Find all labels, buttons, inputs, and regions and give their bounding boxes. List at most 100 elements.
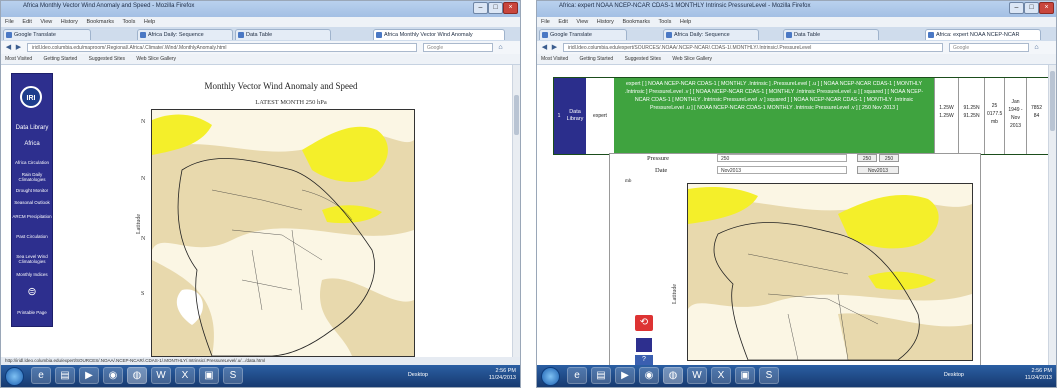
sidebar-item-monthly[interactable]: Monthly Indices (12, 272, 52, 277)
tab-data-table[interactable]: Data Table (235, 29, 331, 40)
menu-help[interactable]: Help (680, 19, 691, 25)
menu-bookmarks[interactable]: Bookmarks (622, 19, 650, 25)
sidebar-item-africa[interactable]: Africa (12, 141, 52, 147)
minimize-icon[interactable]: – (473, 2, 488, 14)
maximize-icon[interactable]: □ (488, 2, 503, 14)
tab-active-africa-monthly[interactable]: Africa Monthly Vector Wind Anomaly (373, 29, 505, 40)
close-icon[interactable]: × (1039, 2, 1054, 14)
excel-icon[interactable]: X (175, 367, 195, 384)
bookmark-getting-started[interactable]: Getting Started (44, 56, 78, 62)
media-player-icon[interactable]: ▶ (615, 367, 635, 384)
bookmark-most-visited[interactable]: Most Visited (541, 56, 568, 62)
pressure-input[interactable]: 250 (717, 154, 847, 162)
sidebar-item-printable[interactable]: Printable Page (12, 310, 52, 315)
ie-icon[interactable]: e (31, 367, 51, 384)
wind-anomaly-map[interactable] (687, 183, 973, 361)
bookmark-most-visited[interactable]: Most Visited (5, 56, 32, 62)
start-button[interactable] (541, 367, 560, 386)
close-icon[interactable]: × (503, 2, 518, 14)
menu-tools[interactable]: Tools (658, 19, 671, 25)
start-button[interactable] (5, 367, 24, 386)
menu-edit[interactable]: Edit (22, 19, 31, 25)
bookmark-suggested-sites[interactable]: Suggested Sites (89, 56, 125, 62)
tab-data-table[interactable]: Data Table (783, 29, 879, 40)
tab-africa-daily[interactable]: Africa Daily: Sequence (137, 29, 233, 40)
search-input[interactable]: Google (423, 43, 493, 52)
media-player-icon[interactable]: ▶ (79, 367, 99, 384)
tab-google-translate[interactable]: Google Translate (3, 29, 91, 40)
window-icon[interactable]: ▣ (199, 367, 219, 384)
expression-text[interactable]: expert [ ] NOAA NCEP-NCAR CDAS-1 [ MONTH… (614, 78, 934, 154)
ie-icon[interactable]: e (567, 367, 587, 384)
back-icon[interactable]: ◀ (540, 43, 549, 52)
tab-active-expert[interactable]: Africa: expert NOAA NCEP-NCAR (925, 29, 1041, 40)
menu-view[interactable]: View (40, 19, 52, 25)
forward-icon[interactable]: ▶ (14, 43, 23, 52)
tray-desktop-label[interactable]: Desktop (408, 372, 428, 378)
back-icon[interactable]: ◀ (4, 43, 13, 52)
maximize-icon[interactable]: □ (1024, 2, 1039, 14)
sidebar-item-rain-daily[interactable]: Rain Daily Climatologies (12, 172, 52, 182)
clock[interactable]: 2:56 PM 11/24/2013 (489, 368, 516, 382)
forward-icon[interactable]: ▶ (550, 43, 559, 52)
url-bar[interactable]: iridl.ldeo.columbia.edu/maproom/.Regiona… (27, 43, 417, 52)
folder-icon[interactable]: ▤ (55, 367, 75, 384)
date-button[interactable]: Nov2013 (857, 166, 899, 174)
dataset-link[interactable]: expert (586, 78, 615, 154)
excel-icon[interactable]: X (711, 367, 731, 384)
refresh-icon[interactable]: ⟲ (635, 315, 653, 331)
sidebar-item-drought[interactable]: Drought Monitor (12, 188, 52, 193)
vertical-scrollbar[interactable] (1048, 65, 1056, 367)
bookmark-getting-started[interactable]: Getting Started (580, 56, 614, 62)
sidebar-item-data-library[interactable]: Data Library (12, 125, 52, 131)
sidebar-item-sea-level[interactable]: Sea Level Wind Climatologies (12, 254, 52, 264)
layers-icon[interactable] (635, 337, 653, 353)
chrome-icon[interactable]: ◉ (103, 367, 123, 384)
pressure-button[interactable]: 250 (857, 154, 877, 162)
menu-history[interactable]: History (597, 19, 614, 25)
menu-bookmarks[interactable]: Bookmarks (86, 19, 114, 25)
menu-edit[interactable]: Edit (558, 19, 567, 25)
menu-file[interactable]: File (541, 19, 550, 25)
firefox-icon[interactable]: ◍ (663, 367, 683, 384)
wind-anomaly-map[interactable] (151, 109, 415, 357)
word-icon[interactable]: W (151, 367, 171, 384)
scrollbar-thumb[interactable] (514, 95, 519, 135)
menu-view[interactable]: View (576, 19, 588, 25)
home-icon[interactable]: ⌂ (1032, 43, 1041, 52)
url-bar[interactable]: iridl.ldeo.columbia.edu/expert/SOURCES/.… (563, 43, 943, 52)
chrome-icon[interactable]: ◉ (639, 367, 659, 384)
bookmark-suggested-sites[interactable]: Suggested Sites (625, 56, 661, 62)
home-icon[interactable]: ⌂ (496, 43, 505, 52)
iri-logo[interactable]: IRI (20, 86, 42, 108)
bookmark-web-slice-gallery[interactable]: Web Slice Gallery (136, 56, 176, 62)
word-icon[interactable]: W (687, 367, 707, 384)
data-library-link[interactable]: Data Library (564, 78, 586, 154)
tab-google-translate[interactable]: Google Translate (539, 29, 627, 40)
help-icon[interactable]: ? (635, 355, 653, 365)
vertical-scrollbar[interactable] (512, 65, 520, 359)
menu-tools[interactable]: Tools (122, 19, 135, 25)
sidebar-item-arcm[interactable]: ARCM Precipitation (12, 214, 52, 219)
search-input[interactable]: Google (949, 43, 1029, 52)
tab-africa-daily[interactable]: Africa Daily: Sequence (663, 29, 759, 40)
sidebar-item-seasonal[interactable]: Seasonal Outlook (12, 200, 52, 205)
expert-mode-icon[interactable]: ⊜ (12, 286, 52, 298)
folder-icon[interactable]: ▤ (591, 367, 611, 384)
pressure-button-2[interactable]: 250 (879, 154, 899, 162)
window-icon[interactable]: ▣ (735, 367, 755, 384)
clock[interactable]: 2:56 PM 11/24/2013 (1025, 368, 1052, 382)
date-input[interactable]: Nov2013 (717, 166, 847, 174)
skype-icon[interactable]: S (223, 367, 243, 384)
firefox-icon[interactable]: ◍ (127, 367, 147, 384)
skype-icon[interactable]: S (759, 367, 779, 384)
scrollbar-thumb[interactable] (1050, 71, 1055, 131)
sidebar-item-circulation[interactable]: Africa Circulation (12, 160, 52, 165)
menu-help[interactable]: Help (144, 19, 155, 25)
sidebar-item-past-circulation[interactable]: Past Circulation (12, 234, 52, 239)
menu-history[interactable]: History (61, 19, 78, 25)
minimize-icon[interactable]: – (1009, 2, 1024, 14)
menu-file[interactable]: File (5, 19, 14, 25)
bookmark-web-slice-gallery[interactable]: Web Slice Gallery (672, 56, 712, 62)
tray-desktop-label[interactable]: Desktop (944, 372, 964, 378)
